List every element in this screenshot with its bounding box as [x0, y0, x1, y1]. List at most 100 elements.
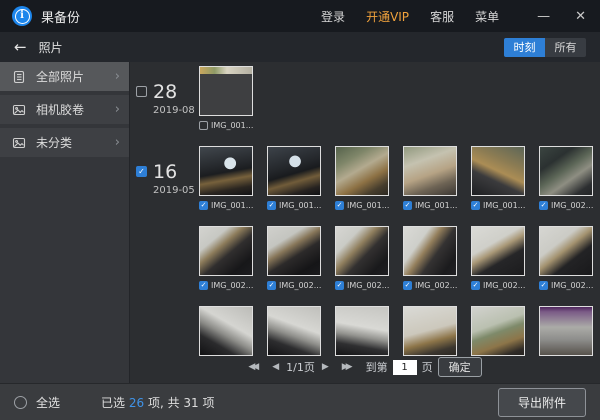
photo-checkbox[interactable]: ✓ [539, 201, 548, 210]
photo-label: IMG_002... [415, 281, 458, 290]
group-header: ✓ 16 2019-05 [136, 146, 199, 356]
photo-checkbox[interactable]: ✓ [335, 281, 344, 290]
photo-thumbnail[interactable] [335, 226, 389, 276]
photo-thumbnail[interactable] [471, 226, 525, 276]
photo-cells: IMG_001... [199, 66, 600, 131]
photo-cell: ✓ IMG_002... [267, 226, 321, 291]
photo-checkbox[interactable]: ✓ [539, 281, 548, 290]
photo-label-row: ✓ IMG_002... [335, 280, 389, 291]
photo-label-row: ✓ IMG_002... [199, 280, 253, 291]
photo-thumbnail[interactable] [199, 226, 253, 276]
photo-thumbnail[interactable] [335, 306, 389, 356]
photo-checkbox[interactable]: ✓ [267, 281, 276, 290]
body: 全部照片 › 相机胶卷 › 未分类 › 28 2019-08 IMG_001... ✓ 16 201… [0, 62, 600, 383]
photo-checkbox[interactable]: ✓ [335, 201, 344, 210]
sidebar-item[interactable]: 未分类 › [0, 128, 129, 157]
photo-cells: ✓ IMG_001... ✓ IMG_001... ✓ IMG_001... ✓ IMG_00… [199, 146, 600, 356]
photo-checkbox[interactable]: ✓ [471, 201, 480, 210]
photo-icon [12, 103, 26, 117]
photo-thumbnail[interactable] [539, 146, 593, 196]
page-info: 1/1页 [286, 361, 315, 374]
back-arrow-icon[interactable]: ← [14, 39, 27, 55]
group-day: 28 [153, 81, 178, 103]
photo-thumbnail[interactable] [199, 66, 253, 116]
photo-checkbox[interactable] [199, 121, 208, 130]
first-page-icon[interactable]: ◀◀ [248, 362, 259, 372]
photo-label: IMG_002... [279, 281, 322, 290]
group-checkbox[interactable]: ✓ [136, 166, 147, 177]
photo-thumbnail[interactable] [199, 306, 253, 356]
photo-checkbox[interactable]: ✓ [199, 281, 208, 290]
photo-label: IMG_001... [279, 201, 322, 210]
toggle-button[interactable]: 时刻 [504, 37, 545, 57]
photo-label-row: ✓ IMG_002... [471, 280, 525, 291]
selected-count: 26 [128, 395, 145, 410]
photo-thumbnail[interactable] [335, 146, 389, 196]
titlebar-link[interactable]: 开通VIP [366, 8, 409, 25]
photo-thumbnail[interactable] [471, 146, 525, 196]
photo-label-row: ✓ IMG_001... [471, 200, 525, 211]
photo-label-row: ✓ IMG_001... [335, 200, 389, 211]
titlebar-link[interactable]: 登录 [321, 8, 345, 25]
photo-thumbnail[interactable] [267, 306, 321, 356]
photo-thumbnail[interactable] [539, 226, 593, 276]
photo-thumbnail[interactable] [267, 146, 321, 196]
photo-label: IMG_001... [211, 201, 254, 210]
photo-cell [335, 306, 389, 356]
select-all-label[interactable]: 全选 [36, 394, 60, 411]
titlebar: i 果备份 登录 开通VIP 客服 菜单 — ✕ [0, 0, 600, 32]
confirm-page-button[interactable]: 确定 [437, 357, 482, 377]
photo-cell: ✓ IMG_002... [335, 226, 389, 291]
toggle-button[interactable]: 所有 [545, 37, 586, 57]
export-attachments-button[interactable]: 导出附件 [497, 387, 586, 417]
photo-label-row: ✓ IMG_002... [403, 280, 457, 291]
next-page-icon[interactable]: ▶ [322, 362, 329, 372]
group-date: 2019-05 [153, 185, 195, 196]
photo-thumbnail[interactable] [403, 226, 457, 276]
photo-thumbnail[interactable] [403, 306, 457, 356]
photo-thumbnail[interactable] [267, 226, 321, 276]
photo-label: IMG_001... [211, 121, 254, 130]
titlebar-link[interactable]: 客服 [430, 8, 454, 25]
photo-label-row: ✓ IMG_002... [539, 200, 593, 211]
page-title: 照片 [38, 40, 63, 55]
photo-checkbox[interactable]: ✓ [403, 281, 412, 290]
close-button[interactable]: ✕ [575, 10, 586, 23]
group-meta: 28 2019-08 [153, 83, 195, 131]
photo-cell: ✓ IMG_001... [403, 146, 457, 211]
group-date: 2019-08 [153, 105, 195, 116]
titlebar-link[interactable]: 菜单 [475, 8, 499, 25]
prev-page-icon[interactable]: ◀ [272, 362, 279, 372]
photo-thumbnail[interactable] [539, 306, 593, 356]
photo-label-row: ✓ IMG_001... [403, 200, 457, 211]
photo-cell [199, 306, 253, 356]
photo-label-row: ✓ IMG_001... [267, 200, 321, 211]
group-checkbox[interactable] [136, 86, 147, 97]
photo-thumbnail[interactable] [199, 146, 253, 196]
photo-group: 28 2019-08 IMG_001... [136, 66, 600, 131]
photo-thumbnail[interactable] [471, 306, 525, 356]
photo-label-row: ✓ IMG_002... [267, 280, 321, 291]
photo-thumbnail[interactable] [403, 146, 457, 196]
photo-label: IMG_001... [483, 201, 526, 210]
app-window: i 果备份 登录 开通VIP 客服 菜单 — ✕ ← 照片 时刻 所有 全部照片 › 相机胶… [0, 0, 600, 420]
page-number-input[interactable] [392, 359, 417, 375]
photo-checkbox[interactable]: ✓ [267, 201, 276, 210]
group-day: 16 [153, 161, 178, 183]
last-page-icon[interactable]: ▶▶ [342, 362, 353, 372]
photo-label-row: ✓ IMG_001... [199, 200, 253, 211]
sidebar-item[interactable]: 相机胶卷 › [0, 95, 129, 124]
chevron-right-icon: › [114, 135, 120, 150]
photo-checkbox[interactable]: ✓ [199, 201, 208, 210]
sidebar-item[interactable]: 全部照片 › [0, 62, 129, 91]
photo-label: IMG_001... [347, 201, 390, 210]
photo-label-row: ✓ IMG_002... [539, 280, 593, 291]
minimize-button[interactable]: — [537, 10, 550, 23]
photo-checkbox[interactable]: ✓ [403, 201, 412, 210]
photo-group: ✓ 16 2019-05 ✓ IMG_001... ✓ IMG_001... ✓ IMG_001… [136, 146, 600, 356]
chevron-right-icon: › [114, 69, 120, 84]
photo-checkbox[interactable]: ✓ [471, 281, 480, 290]
photo-label-row: IMG_001... [199, 120, 253, 131]
photo-label: IMG_002... [551, 201, 594, 210]
select-all-radio[interactable] [14, 395, 27, 409]
